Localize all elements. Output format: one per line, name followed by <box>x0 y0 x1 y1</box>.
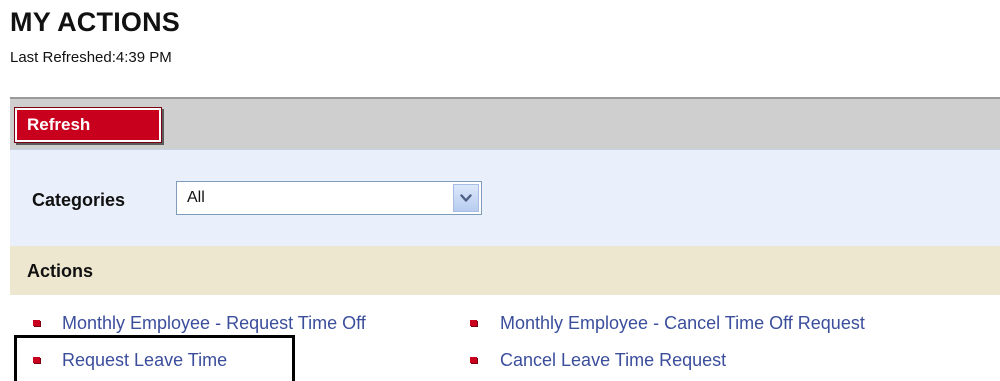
select-dropdown-button[interactable] <box>453 184 479 212</box>
page-title: MY ACTIONS <box>10 7 181 37</box>
action-link-monthly-cancel-time-off-request[interactable]: Monthly Employee - Cancel Time Off Reque… <box>500 312 865 334</box>
toolbar: Refresh <box>10 97 1000 149</box>
categories-bar: Categories All <box>10 149 1000 246</box>
action-link-request-leave-time[interactable]: Request Leave Time <box>62 349 227 371</box>
square-bullet-icon <box>470 320 477 326</box>
actions-header: Actions <box>10 246 1000 295</box>
actions-title: Actions <box>27 261 94 281</box>
square-bullet-icon <box>470 357 477 363</box>
my-actions-page: MY ACTIONS Last Refreshed:4:39 PM Refres… <box>0 0 1000 381</box>
refresh-button[interactable]: Refresh <box>15 108 161 142</box>
chevron-down-icon <box>460 194 472 202</box>
last-refreshed-text: Last Refreshed:4:39 PM <box>10 49 172 66</box>
categories-label: Categories <box>32 190 126 210</box>
square-bullet-icon <box>33 357 40 363</box>
action-link-monthly-request-time-off[interactable]: Monthly Employee - Request Time Off <box>62 312 366 334</box>
square-bullet-icon <box>33 320 40 326</box>
categories-select-value: All <box>187 189 205 206</box>
categories-select[interactable]: All <box>176 181 482 215</box>
action-link-cancel-leave-time-request[interactable]: Cancel Leave Time Request <box>500 349 726 371</box>
